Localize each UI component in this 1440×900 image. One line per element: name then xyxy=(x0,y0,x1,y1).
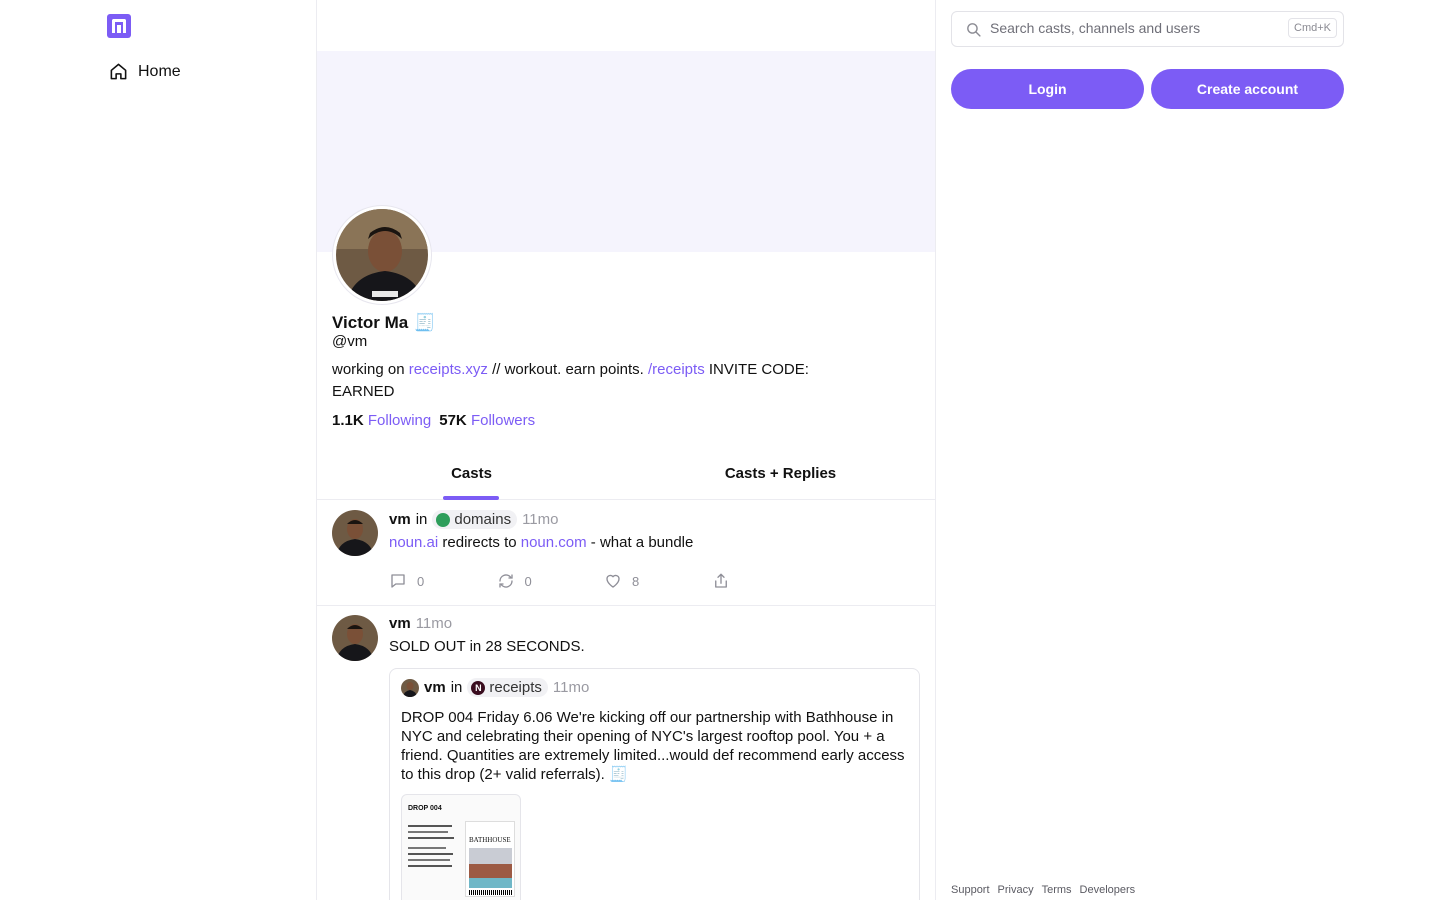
heart-icon xyxy=(606,574,620,588)
avatar[interactable] xyxy=(332,615,378,661)
cast-actions: 0 0 8 xyxy=(389,572,819,590)
cast-body: noun.ai redirects to noun.com - what a b… xyxy=(389,533,693,553)
globe-icon xyxy=(436,512,451,527)
footer-link-privacy[interactable]: Privacy xyxy=(998,884,1034,896)
bio-link-receipts-xyz[interactable]: receipts.xyz xyxy=(409,361,488,378)
cast-text-suffix: - what a bundle xyxy=(586,534,694,551)
tab-casts[interactable]: Casts xyxy=(317,452,626,500)
right-sidebar: Cmd+K Login Create account Support Priva… xyxy=(951,0,1344,900)
recast-count: 0 xyxy=(524,573,532,589)
comment-icon xyxy=(391,574,405,588)
profile-tabs: Casts Casts + Replies xyxy=(317,452,935,500)
bio-link-receipts-channel[interactable]: /receipts xyxy=(648,361,705,378)
followers-count: 57K xyxy=(439,412,467,429)
login-button[interactable]: Login xyxy=(951,69,1144,109)
quote-header: vm in N receipts 11mo xyxy=(401,678,589,697)
reply-count: 0 xyxy=(417,573,425,589)
cast-timestamp: 11mo xyxy=(415,615,453,632)
create-account-button[interactable]: Create account xyxy=(1151,69,1344,109)
following-label: Following xyxy=(367,412,432,429)
cast-item[interactable]: vm 11mo SOLD OUT in 28 SECONDS. vm in N … xyxy=(317,606,935,900)
quote-body: DROP 004 Friday 6.06 We're kicking off o… xyxy=(401,709,905,783)
receipts-channel-icon: N xyxy=(471,680,486,695)
following-stat[interactable]: 1.1K Following xyxy=(332,412,431,429)
cast-link-noun-com[interactable]: noun.com xyxy=(521,534,587,551)
drop-image-text-lines xyxy=(408,821,458,871)
barcode xyxy=(469,890,512,895)
cast-author[interactable]: vm xyxy=(389,615,411,632)
footer-link-terms[interactable]: Terms xyxy=(1042,884,1072,896)
search-input[interactable] xyxy=(990,20,1280,36)
bio-middle: // workout. earn points. xyxy=(487,361,648,378)
cast-body: SOLD OUT in 28 SECONDS. xyxy=(389,638,585,655)
search-shortcut-badge: Cmd+K xyxy=(1288,18,1337,38)
home-icon xyxy=(110,63,127,80)
profile-bio: working on receipts.xyz // workout. earn… xyxy=(332,359,812,403)
channel-chip-domains[interactable]: domains xyxy=(432,510,518,529)
receipt-emoji-icon: 🧾 xyxy=(414,313,436,332)
like-count: 8 xyxy=(632,573,640,589)
share-icon xyxy=(714,573,727,588)
cast-item[interactable]: vm in domains 11mo noun.ai redirects to … xyxy=(317,500,935,606)
share-button[interactable] xyxy=(712,572,820,590)
search-box[interactable]: Cmd+K xyxy=(951,11,1344,47)
recast-icon xyxy=(498,574,513,588)
profile-display-name: Victor Ma 🧾 xyxy=(332,313,435,333)
footer-link-developers[interactable]: Developers xyxy=(1080,884,1136,896)
profile-stats: 1.1K Following 57K Followers xyxy=(332,412,535,429)
cast-timestamp: 11mo xyxy=(522,511,559,528)
display-name-text: Victor Ma xyxy=(332,313,409,332)
quote-author[interactable]: vm xyxy=(424,679,446,696)
avatar[interactable] xyxy=(332,510,378,556)
left-sidebar: Home xyxy=(0,0,317,900)
cast-text-mid: redirects to xyxy=(438,534,521,551)
pool-photo xyxy=(469,848,512,888)
channel-name: receipts xyxy=(489,679,542,696)
drop-image-title: DROP 004 xyxy=(408,805,442,812)
nav-item-home[interactable]: Home xyxy=(109,62,181,81)
like-button[interactable]: 8 xyxy=(604,572,712,590)
nav-home-label: Home xyxy=(138,62,181,80)
profile-handle: @vm xyxy=(332,333,368,350)
followers-label: Followers xyxy=(470,412,536,429)
reply-button[interactable]: 0 xyxy=(389,572,497,590)
footer-link-support[interactable]: Support xyxy=(951,884,990,896)
drop-image[interactable]: DROP 004 BATHHOUSE xyxy=(401,794,521,900)
tab-casts-replies[interactable]: Casts + Replies xyxy=(626,452,935,499)
drop-image-ticket: BATHHOUSE xyxy=(465,821,515,897)
avatar[interactable] xyxy=(401,678,419,697)
cast-header: vm 11mo xyxy=(389,615,452,632)
cast-author[interactable]: vm xyxy=(389,511,411,528)
followers-stat[interactable]: 57K Followers xyxy=(439,412,535,429)
cast-link-noun-ai[interactable]: noun.ai xyxy=(389,534,438,551)
quoted-cast[interactable]: vm in N receipts 11mo DROP 004 Friday 6.… xyxy=(389,668,920,900)
search-icon xyxy=(967,23,981,37)
cast-header: vm in domains 11mo xyxy=(389,510,559,529)
profile-avatar xyxy=(333,206,431,304)
drop-image-brand: BATHHOUSE xyxy=(469,836,511,844)
bio-prefix: working on xyxy=(332,361,409,378)
following-count: 1.1K xyxy=(332,412,364,429)
profile-main: Victor Ma 🧾 @vm working on receipts.xyz … xyxy=(317,0,936,900)
recast-button[interactable]: 0 xyxy=(497,572,605,590)
channel-chip-receipts[interactable]: N receipts xyxy=(467,678,548,697)
quote-timestamp: 11mo xyxy=(552,679,590,696)
channel-name: domains xyxy=(454,511,512,528)
footer-links: Support Privacy Terms Developers xyxy=(951,884,1135,896)
app-logo-icon[interactable] xyxy=(107,14,131,38)
in-label: in xyxy=(450,679,463,696)
in-label: in xyxy=(415,511,428,528)
